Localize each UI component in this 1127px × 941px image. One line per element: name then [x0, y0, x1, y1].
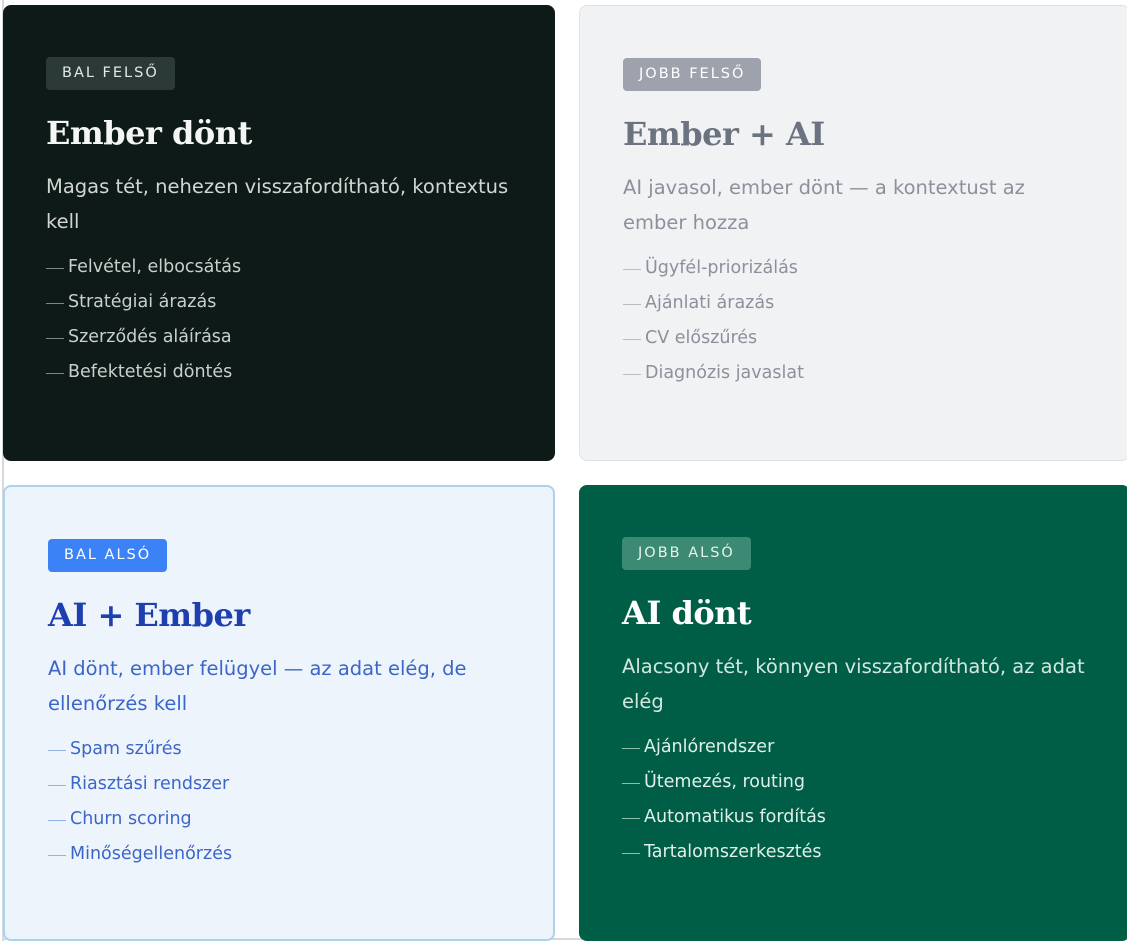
quadrant-title: Ember + AI: [623, 114, 825, 153]
quadrant-card-bottom-right: JOBB ALSÓ AI dönt Alacsony tét, könnyen …: [579, 485, 1127, 941]
list-item-label: Ajánlórendszer: [644, 736, 775, 757]
list-item: Stratégiai árazás: [46, 285, 555, 320]
quadrant-badge: JOBB FELSŐ: [623, 58, 762, 91]
list-item-label: Churn scoring: [70, 808, 192, 829]
list-item: Felvétel, elbocsátás: [46, 250, 555, 285]
quadrant-title: Ember dönt: [46, 113, 252, 152]
list-item-label: Ütemezés, routing: [644, 771, 805, 792]
dash-icon: [46, 372, 64, 374]
list-item: Ütemezés, routing: [622, 765, 1127, 800]
list-item: Ügyfél-priorizálás: [623, 251, 1127, 286]
quadrant-subtitle: Magas tét, nehezen visszafordítható, kon…: [46, 174, 509, 233]
quadrant-subtitle: AI dönt, ember felügyel — az adat elég, …: [48, 656, 467, 715]
list-item: Spam szűrés: [48, 732, 553, 767]
quadrant-badge: JOBB ALSÓ: [622, 537, 751, 570]
dash-icon: [622, 747, 640, 749]
list-item: Ajánlórendszer: [622, 730, 1127, 765]
list-item-label: Minőségellenőrzés: [70, 843, 233, 864]
example-list: Felvétel, elbocsátás Stratégiai árazás S…: [46, 250, 555, 390]
dash-icon: [623, 373, 641, 375]
list-item-label: Ajánlati árazás: [645, 292, 775, 313]
list-item: Tartalomszerkesztés: [622, 835, 1127, 870]
quadrant-badge: BAL ALSÓ: [48, 539, 168, 572]
decision-matrix: BAL FELSŐ Ember dönt Magas tét, nehezen …: [0, 0, 1127, 941]
list-item-label: Automatikus fordítás: [644, 806, 826, 827]
list-item-label: Szerződés aláírása: [68, 326, 232, 347]
list-item-label: Tartalomszerkesztés: [644, 841, 822, 862]
dash-icon: [46, 267, 64, 269]
dash-icon: [623, 268, 641, 270]
dash-icon: [622, 852, 640, 854]
quadrant-subtitle: Alacsony tét, könnyen visszafordítható, …: [622, 654, 1085, 713]
list-item-label: Riasztási rendszer: [70, 773, 230, 794]
dash-icon: [48, 854, 66, 856]
quadrant-subtitle: AI javasol, ember dönt — a kontextust az…: [623, 175, 1025, 234]
dash-icon: [48, 819, 66, 821]
quadrant-card-top-left: BAL FELSŐ Ember dönt Magas tét, nehezen …: [3, 5, 555, 461]
dash-icon: [622, 782, 640, 784]
list-item: Minőségellenőrzés: [48, 837, 553, 872]
quadrant-title: AI + Ember: [48, 595, 250, 634]
dash-icon: [48, 784, 66, 786]
example-list: Spam szűrés Riasztási rendszer Churn sco…: [48, 732, 553, 872]
list-item-label: Stratégiai árazás: [68, 291, 217, 312]
dash-icon: [46, 337, 64, 339]
list-item: Automatikus fordítás: [622, 800, 1127, 835]
list-item-label: Diagnózis javaslat: [645, 362, 804, 383]
list-item-label: CV előszűrés: [645, 327, 758, 348]
list-item: Szerződés aláírása: [46, 320, 555, 355]
example-list: Ajánlórendszer Ütemezés, routing Automat…: [622, 730, 1127, 870]
list-item-label: Felvétel, elbocsátás: [68, 256, 242, 277]
list-item: Diagnózis javaslat: [623, 356, 1127, 391]
dash-icon: [623, 303, 641, 305]
quadrant-card-bottom-left: BAL ALSÓ AI + Ember AI dönt, ember felüg…: [3, 485, 555, 941]
quadrant-title: AI dönt: [622, 593, 752, 632]
list-item-label: Ügyfél-priorizálás: [645, 257, 798, 278]
list-item: Churn scoring: [48, 802, 553, 837]
list-item: Ajánlati árazás: [623, 286, 1127, 321]
dash-icon: [623, 338, 641, 340]
list-item: Riasztási rendszer: [48, 767, 553, 802]
dash-icon: [622, 817, 640, 819]
example-list: Ügyfél-priorizálás Ajánlati árazás CV el…: [623, 251, 1127, 391]
list-item-label: Befektetési döntés: [68, 361, 233, 382]
list-item-label: Spam szűrés: [70, 738, 182, 759]
list-item: CV előszűrés: [623, 321, 1127, 356]
dash-icon: [46, 302, 64, 304]
quadrant-card-top-right: JOBB FELSŐ Ember + AI AI javasol, ember …: [579, 5, 1127, 461]
quadrant-badge: BAL FELSŐ: [46, 57, 175, 90]
dash-icon: [48, 749, 66, 751]
list-item: Befektetési döntés: [46, 355, 555, 390]
